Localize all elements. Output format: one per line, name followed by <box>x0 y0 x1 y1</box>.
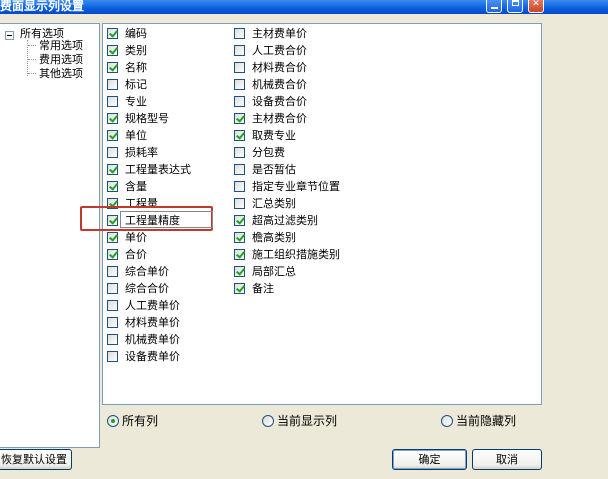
column-option-label: 合价 <box>125 248 147 261</box>
column-option-label: 损耗率 <box>125 146 158 159</box>
column-option-label: 标记 <box>125 78 147 91</box>
radio-hidden-columns-label: 当前隐藏列 <box>456 414 517 428</box>
window-title: 费面显示列设置 <box>0 0 85 13</box>
checkbox-unchecked-icon[interactable] <box>107 283 118 294</box>
checkbox-unchecked-icon[interactable] <box>234 96 245 107</box>
checkbox-checked-icon[interactable] <box>107 62 118 73</box>
column-option-label: 规格型号 <box>125 112 169 125</box>
column-option-label: 设备费单价 <box>125 350 180 363</box>
title-bar: 费面显示列设置 <box>0 0 608 14</box>
column-option-label: 含量 <box>125 180 147 193</box>
column-option-label: 设备费合价 <box>252 95 307 108</box>
column-option-label: 材料费合价 <box>252 61 307 74</box>
focus-rectangle <box>120 211 213 228</box>
checkbox-unchecked-icon[interactable] <box>107 147 118 158</box>
column-option-label: 专业 <box>125 95 147 108</box>
checkbox-unchecked-icon[interactable] <box>234 79 245 90</box>
option-tree[interactable]: 所有选项 常用选项 费用选项 其他选项 <box>0 23 100 448</box>
radio-shown-columns-indicator[interactable] <box>262 415 274 427</box>
maximize-button[interactable] <box>507 0 523 13</box>
maximize-icon <box>508 0 522 6</box>
checkbox-checked-icon[interactable] <box>107 164 118 175</box>
checkbox-checked-icon[interactable] <box>107 28 118 39</box>
column-option-label: 主材费单价 <box>252 27 307 40</box>
checkbox-unchecked-icon[interactable] <box>107 266 118 277</box>
tree-branch-line <box>28 45 36 46</box>
column-option-label: 人工费单价 <box>125 299 180 312</box>
column-option-label: 人工费合价 <box>252 44 307 57</box>
column-option-label: 机械费合价 <box>252 78 307 91</box>
checkbox-checked-icon[interactable] <box>234 232 245 243</box>
column-option-label: 综合合价 <box>125 282 169 295</box>
checkbox-unchecked-icon[interactable] <box>234 62 245 73</box>
checkbox-unchecked-icon[interactable] <box>234 28 245 39</box>
column-option-label: 取费专业 <box>252 129 296 142</box>
restore-defaults-button[interactable]: 恢复默认设置 <box>0 449 72 470</box>
checkbox-unchecked-icon[interactable] <box>234 181 245 192</box>
checkbox-unchecked-icon[interactable] <box>234 164 245 175</box>
checkbox-checked-icon[interactable] <box>234 130 245 141</box>
close-icon <box>529 0 543 9</box>
collapse-icon[interactable] <box>5 31 14 40</box>
checkbox-checked-icon[interactable] <box>234 266 245 277</box>
checkbox-checked-icon[interactable] <box>107 181 118 192</box>
column-option-label: 单价 <box>125 231 147 244</box>
column-option-label: 分包费 <box>252 146 285 159</box>
checkbox-unchecked-icon[interactable] <box>234 198 245 209</box>
checkbox-checked-icon[interactable] <box>107 249 118 260</box>
checkbox-unchecked-icon[interactable] <box>107 300 118 311</box>
column-option-label: 是否暂估 <box>252 163 296 176</box>
tree-item-label: 其他选项 <box>39 67 83 80</box>
checkbox-checked-icon[interactable] <box>107 232 118 243</box>
ok-button[interactable]: 确定 <box>392 449 467 470</box>
column-option-label: 单位 <box>125 129 147 142</box>
close-button[interactable] <box>528 0 544 13</box>
column-option-label: 名称 <box>125 61 147 74</box>
checkbox-checked-icon[interactable] <box>234 113 245 124</box>
cancel-button[interactable]: 取消 <box>472 449 542 470</box>
column-option-label: 指定专业章节位置 <box>252 180 340 193</box>
minimize-icon <box>487 3 501 9</box>
tree-item-label: 费用选项 <box>39 53 83 66</box>
radio-shown-columns-label: 当前显示列 <box>277 414 338 428</box>
checkbox-unchecked-icon[interactable] <box>234 147 245 158</box>
column-option-label: 机械费单价 <box>125 333 180 346</box>
checkbox-unchecked-icon[interactable] <box>107 334 118 345</box>
column-option-label: 局部汇总 <box>252 265 296 278</box>
checkbox-checked-icon[interactable] <box>107 113 118 124</box>
checkbox-unchecked-icon[interactable] <box>107 96 118 107</box>
tree-item-label: 常用选项 <box>39 39 83 52</box>
radio-all-columns-indicator[interactable] <box>107 415 119 427</box>
column-option-label: 超高过滤类别 <box>252 214 318 227</box>
column-option-label: 檐高类别 <box>252 231 296 244</box>
column-option-label: 汇总类别 <box>252 197 296 210</box>
column-option-label: 主材费合价 <box>252 112 307 125</box>
checkbox-unchecked-icon[interactable] <box>107 351 118 362</box>
checkbox-unchecked-icon[interactable] <box>107 317 118 328</box>
tree-branch-line <box>28 59 36 60</box>
tree-branch-line <box>28 73 36 74</box>
checkbox-unchecked-icon[interactable] <box>107 79 118 90</box>
radio-all-columns-label: 所有列 <box>122 414 159 428</box>
column-option-label: 综合单价 <box>125 265 169 278</box>
checkbox-checked-icon[interactable] <box>107 45 118 56</box>
column-option-label: 编码 <box>125 27 147 40</box>
checkbox-checked-icon[interactable] <box>107 130 118 141</box>
checkbox-checked-icon[interactable] <box>234 283 245 294</box>
column-option-label: 类别 <box>125 44 147 57</box>
column-option-label: 施工组织措施类别 <box>252 248 340 261</box>
checkbox-checked-icon[interactable] <box>234 215 245 226</box>
column-option-label: 备注 <box>252 282 274 295</box>
minimize-button[interactable] <box>486 0 502 13</box>
column-option-label: 材料费单价 <box>125 316 180 329</box>
radio-hidden-columns-indicator[interactable] <box>441 415 453 427</box>
column-option-label: 工程量表达式 <box>125 163 191 176</box>
checkbox-checked-icon[interactable] <box>234 249 245 260</box>
checkbox-unchecked-icon[interactable] <box>234 45 245 56</box>
